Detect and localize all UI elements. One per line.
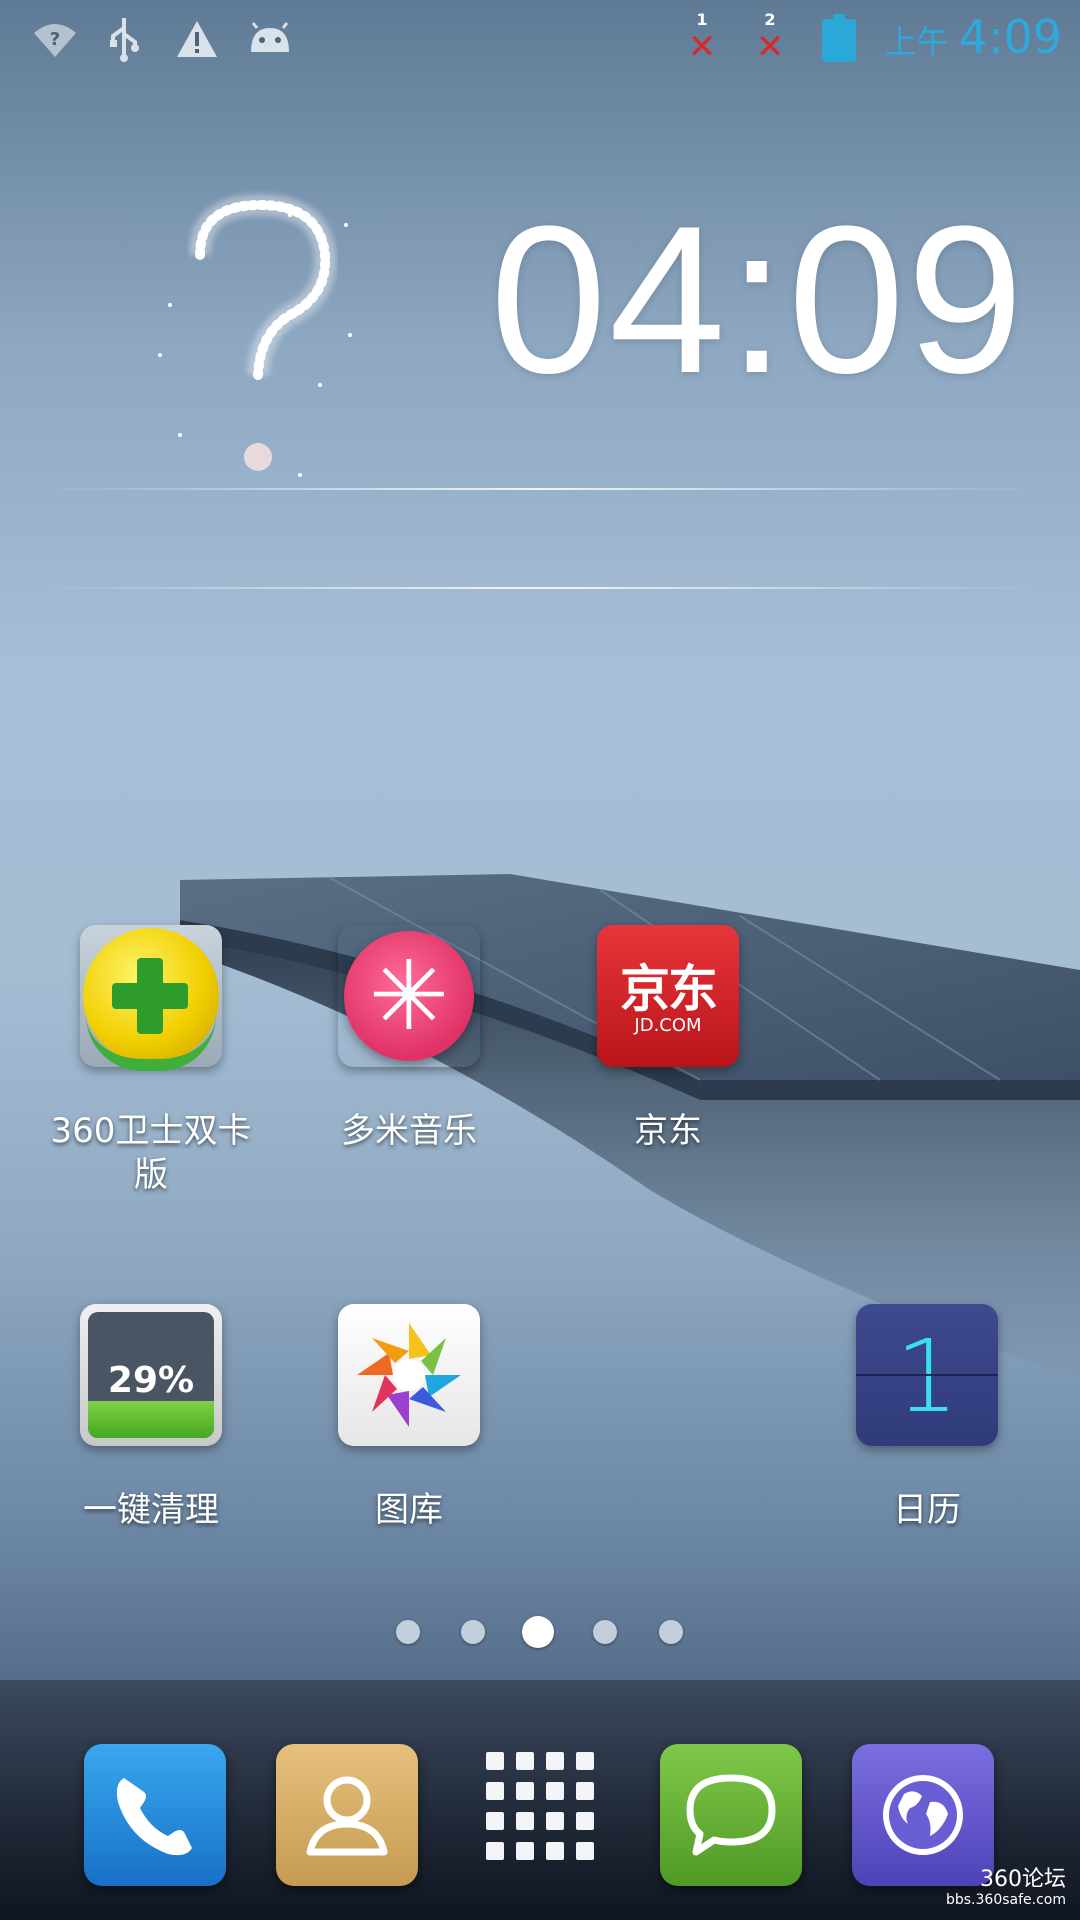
memory-usage-percent: 29%: [107, 1360, 195, 1401]
app-duomi-music[interactable]: ✳ 多米音乐: [294, 925, 524, 1153]
app-grid-icon[interactable]: [486, 1752, 596, 1862]
jd-icon[interactable]: 京东 JD.COM: [597, 925, 739, 1067]
page-dot-1[interactable]: [396, 1620, 420, 1644]
app-jd[interactable]: 京东 JD.COM 京东: [553, 925, 783, 1153]
watermark-title: 360论坛: [980, 1867, 1066, 1892]
app-gallery[interactable]: 图库: [294, 1304, 524, 1532]
page-dot-4[interactable]: [593, 1620, 617, 1644]
page-dot-5[interactable]: [659, 1620, 683, 1644]
jd-icon-text: 京东: [620, 960, 718, 1018]
page-dot-3-active[interactable]: [522, 1616, 554, 1648]
usb-icon: [104, 14, 144, 64]
svg-text:?: ?: [50, 29, 60, 50]
memory-usage-bar: [88, 1401, 214, 1438]
jd-icon-subtext: JD.COM: [634, 1015, 702, 1036]
phone-icon[interactable]: [84, 1744, 226, 1886]
app-calendar[interactable]: 1 日历: [812, 1304, 1042, 1532]
sim2-status: 2 ✕: [750, 10, 790, 70]
sim1-no-signal-icon: ✕: [687, 27, 717, 67]
app-label-gallery: 图库: [375, 1490, 443, 1530]
status-clock: 上午 4:09: [885, 10, 1062, 64]
status-bar: ? 1 ✕ 2 ✕ 上午 4:09: [0, 0, 1080, 80]
sim1-status: 1 ✕: [682, 10, 722, 70]
status-ampm: 上午: [884, 23, 949, 61]
globe-icon[interactable]: [852, 1744, 994, 1886]
calendar-icon[interactable]: 1: [856, 1304, 998, 1446]
app-label-one-key-clean: 一键清理: [83, 1490, 219, 1530]
music-icon[interactable]: ✳: [338, 925, 480, 1067]
android-icon: [246, 14, 294, 64]
watermark-url: bbs.360safe.com: [945, 1892, 1066, 1908]
calendar-day: 1: [895, 1318, 959, 1435]
sim2-no-signal-icon: ✕: [755, 27, 785, 67]
page-dot-2[interactable]: [461, 1620, 485, 1644]
weather-unknown-icon[interactable]: [140, 185, 380, 505]
cleaner-icon[interactable]: 29%: [80, 1304, 222, 1446]
status-time: 4:09: [958, 10, 1062, 64]
clock-widget-time[interactable]: 04:09: [490, 195, 1026, 405]
app-360-security[interactable]: 360卫士双卡版: [36, 925, 266, 1197]
gallery-icon[interactable]: [338, 1304, 480, 1446]
app-label-360-security: 360卫士双卡版: [50, 1111, 252, 1195]
360-security-icon[interactable]: [80, 925, 222, 1071]
app-label-jd: 京东: [634, 1111, 702, 1151]
app-label-calendar: 日历: [893, 1490, 961, 1530]
battery-icon: [822, 14, 856, 62]
forum-watermark: 360论坛 bbs.360safe.com: [945, 1867, 1066, 1910]
app-label-duomi-music: 多米音乐: [341, 1111, 477, 1151]
widget-divider-top: [40, 488, 1040, 490]
app-one-key-clean[interactable]: 29% 一键清理: [36, 1304, 266, 1532]
message-icon[interactable]: [660, 1744, 802, 1886]
widget-divider-bottom: [40, 587, 1040, 589]
wifi-unknown-icon: ?: [30, 14, 80, 64]
warning-icon: [174, 14, 220, 64]
contacts-icon[interactable]: [276, 1744, 418, 1886]
